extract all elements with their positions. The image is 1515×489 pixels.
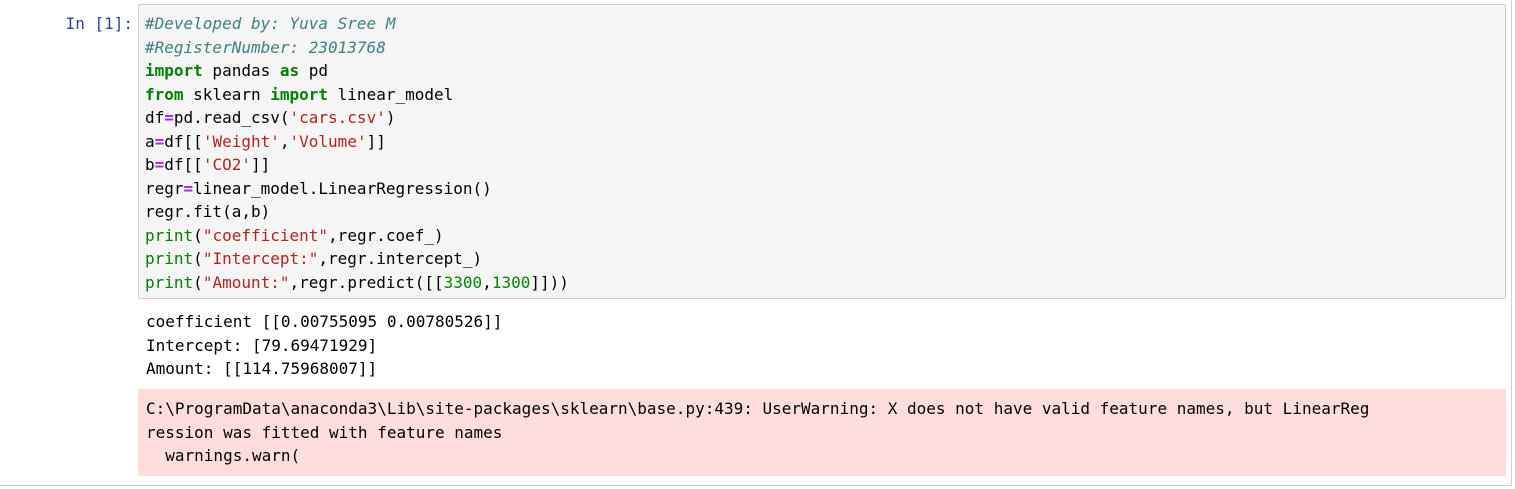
code-text: b (145, 155, 155, 174)
code-operator: = (154, 155, 165, 174)
output-line: Intercept: [79.69471929] (146, 335, 378, 355)
output-line: Amount: [[114.75968007]] (146, 359, 378, 378)
code-text: ,regr.intercept_) (318, 249, 483, 268)
code-text: pd.read_csv( (173, 108, 290, 127)
code-operator: = (164, 108, 174, 127)
code-line-12: print("Amount:",regr.predict([[3300,1300… (145, 271, 1499, 295)
notebook-cell: In [1]: #Developed by: Yuva Sree M #Regi… (0, 0, 1512, 486)
code-line-6: a=df[['Weight','Volume']] (145, 130, 1499, 154)
code-text: ]] (366, 131, 386, 151)
code-builtin: print (145, 272, 194, 292)
code-line-4: from sklearn import linear_model (145, 83, 1499, 107)
code-text: ) (385, 108, 396, 127)
code-keyword: import (145, 61, 203, 80)
code-text: ( (193, 272, 203, 292)
code-string: "coefficient" (202, 225, 329, 245)
code-text: sklearn (183, 84, 271, 104)
code-text: , (279, 131, 290, 151)
code-text: pd (299, 61, 329, 80)
code-text: ( (193, 249, 203, 268)
code-text: ]])) (530, 272, 569, 292)
warning-line: warnings.warn( (146, 446, 301, 465)
code-builtin: print (145, 225, 194, 245)
code-text: ,regr.coef_) (328, 225, 444, 245)
code-comment: #Developed by: Yuva Sree M (145, 14, 396, 33)
code-text: , (482, 272, 492, 292)
code-line-2: #RegisterNumber: 23013768 (145, 36, 1499, 60)
code-string: "Intercept:" (202, 249, 319, 268)
code-line-1: #Developed by: Yuva Sree M (145, 12, 1499, 36)
code-text: regr (145, 178, 184, 198)
code-string: 'CO2' (202, 155, 251, 174)
code-text: linear_model (328, 84, 454, 104)
stderr-warning-output: C:\ProgramData\anaconda3\Lib\site-packag… (138, 389, 1506, 476)
code-text: df[[ (164, 155, 203, 174)
code-text: pandas (202, 61, 280, 80)
code-number: 3300 (443, 272, 483, 292)
code-keyword: import (270, 84, 329, 104)
code-line-9: regr.fit(a,b) (145, 200, 1499, 224)
code-keyword: from (145, 84, 184, 104)
code-text: ]] (250, 155, 271, 174)
code-line-3: import pandas as pd (145, 59, 1499, 83)
code-line-11: print("Intercept:",regr.intercept_) (145, 247, 1499, 271)
code-text: linear_model.LinearRegression() (193, 178, 492, 198)
input-prompt: In [1]: (65, 14, 133, 33)
code-text: df (145, 108, 165, 127)
code-line-10: print("coefficient",regr.coef_) (145, 224, 1499, 248)
stdout-output: coefficient [[0.00755095 0.00780526]] In… (146, 310, 1506, 381)
output-line: coefficient [[0.00755095 0.00780526]] (146, 312, 503, 331)
code-string: "Amount:" (202, 272, 290, 292)
warning-line: C:\ProgramData\anaconda3\Lib\site-packag… (146, 399, 1370, 418)
code-text: ( (193, 225, 203, 245)
code-builtin: print (145, 249, 194, 268)
code-text: regr.fit(a,b) (145, 202, 271, 221)
code-string: 'Volume' (289, 131, 367, 151)
code-keyword: as (279, 61, 300, 80)
code-string: 'cars.csv' (289, 108, 386, 127)
code-editor[interactable]: #Developed by: Yuva Sree M #RegisterNumb… (138, 4, 1506, 299)
code-line-8: regr=linear_model.LinearRegression() (145, 177, 1499, 201)
code-number: 1300 (491, 272, 531, 292)
code-text: a (145, 131, 155, 151)
code-operator: = (154, 131, 165, 151)
code-text: df[[ (164, 131, 203, 151)
code-operator: = (183, 178, 194, 198)
code-text: ,regr.predict([[ (289, 272, 444, 292)
warning-line: ression was fitted with feature names (146, 422, 503, 442)
code-comment: #RegisterNumber: 23013768 (145, 37, 386, 57)
code-line-7: b=df[['CO2']] (145, 153, 1499, 177)
code-string: 'Weight' (202, 131, 280, 151)
code-line-5: df=pd.read_csv('cars.csv') (145, 106, 1499, 130)
